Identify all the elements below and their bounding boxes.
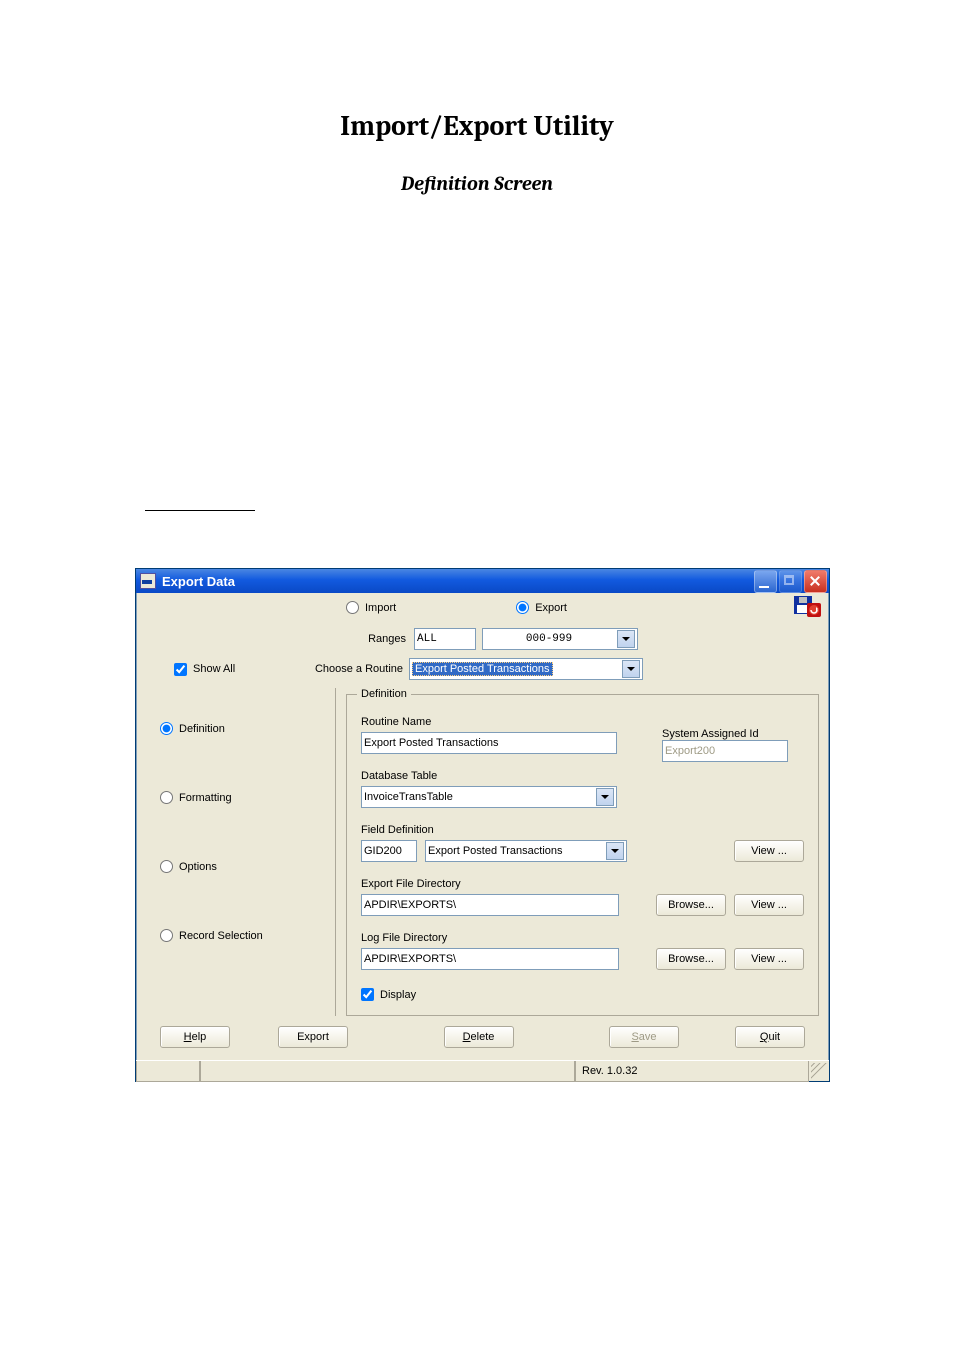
choose-routine-combo[interactable]: Export Posted Transactions — [409, 658, 643, 680]
log-dir-view-button[interactable]: View ... — [734, 948, 804, 970]
log-dir-input[interactable] — [361, 948, 619, 970]
titlebar[interactable]: Export Data — [136, 569, 829, 593]
choose-routine-value: Export Posted Transactions — [412, 662, 553, 676]
ranges-range-value: 000-999 — [485, 633, 613, 645]
export-dir-view-button[interactable]: View ... — [734, 894, 804, 916]
tab-options-label: Options — [179, 861, 217, 873]
minimize-button[interactable] — [754, 570, 777, 593]
ranges-label: Ranges — [146, 633, 414, 645]
quit-label-rest: uit — [768, 1031, 780, 1043]
window-export-data: Export Data Import — [135, 568, 830, 1082]
log-dir-browse-button[interactable]: Browse... — [656, 948, 726, 970]
tab-formatting-label: Formatting — [179, 792, 232, 804]
routine-name-label: Routine Name — [361, 716, 804, 728]
definition-group: Definition System Assigned Id Routine Na… — [346, 688, 819, 1016]
status-bar: Rev. 1.0.32 — [136, 1060, 829, 1081]
field-def-combo[interactable]: Export Posted Transactions — [425, 840, 627, 862]
chevron-down-icon[interactable] — [596, 788, 614, 806]
maximize-button — [779, 570, 802, 593]
ranges-code-input[interactable] — [414, 628, 476, 650]
tab-record-selection-label: Record Selection — [179, 930, 263, 942]
chevron-down-icon[interactable] — [617, 630, 635, 648]
mode-export-radio[interactable]: Export — [516, 601, 567, 614]
show-all-label: Show All — [193, 663, 235, 675]
choose-routine-label: Choose a Routine — [304, 663, 409, 675]
export-button[interactable]: Export — [278, 1026, 348, 1048]
chevron-down-icon[interactable] — [606, 842, 624, 860]
definition-legend: Definition — [357, 688, 411, 700]
tab-definition[interactable]: Definition — [160, 722, 335, 735]
field-def-label: Field Definition — [361, 824, 627, 836]
system-id-field — [662, 740, 788, 762]
tab-record-selection[interactable]: Record Selection — [160, 929, 335, 942]
chevron-down-icon[interactable] — [622, 660, 640, 678]
field-def-code-input[interactable] — [361, 840, 417, 862]
db-table-combo[interactable]: InvoiceTransTable — [361, 786, 617, 808]
db-table-value: InvoiceTransTable — [364, 791, 592, 803]
log-dir-label: Log File Directory — [361, 932, 646, 944]
tab-definition-label: Definition — [179, 723, 225, 735]
window-title: Export Data — [162, 574, 235, 589]
show-all-checkbox[interactable]: Show All — [174, 663, 304, 676]
delete-label-rest: elete — [471, 1031, 495, 1043]
mode-import-label: Import — [365, 602, 396, 614]
section-underline — [145, 510, 255, 511]
help-button[interactable]: Help — [160, 1026, 230, 1048]
tab-formatting[interactable]: Formatting — [160, 791, 335, 804]
field-def-view-button[interactable]: View ... — [734, 840, 804, 862]
save-button: Save — [609, 1026, 679, 1048]
resize-grip-icon[interactable] — [811, 1063, 827, 1079]
tab-options[interactable]: Options — [160, 860, 335, 873]
status-cell-2 — [200, 1061, 575, 1082]
display-label: Display — [380, 989, 416, 1001]
field-def-value: Export Posted Transactions — [428, 845, 602, 857]
display-checkbox[interactable]: Display — [361, 988, 804, 1001]
help-label-rest: elp — [192, 1031, 207, 1043]
mode-export-label: Export — [535, 602, 567, 614]
db-table-label: Database Table — [361, 770, 804, 782]
routine-name-input[interactable] — [361, 732, 617, 754]
quit-button[interactable]: Quit — [735, 1026, 805, 1048]
export-dir-browse-button[interactable]: Browse... — [656, 894, 726, 916]
close-button[interactable] — [804, 570, 827, 593]
save-label-rest: ave — [639, 1031, 657, 1043]
page-title: Import/Export Utility — [0, 110, 954, 142]
status-rev: Rev. 1.0.32 — [575, 1061, 809, 1082]
ranges-range-combo[interactable]: 000-999 — [482, 628, 638, 650]
export-dir-label: Export File Directory — [361, 878, 646, 890]
export-dir-input[interactable] — [361, 894, 619, 916]
status-cell-1 — [136, 1061, 200, 1082]
app-form-icon — [140, 573, 156, 589]
save-disk-icon[interactable] — [793, 595, 823, 621]
page-subtitle: Definition Screen — [0, 172, 954, 195]
mode-import-radio[interactable]: Import — [346, 601, 396, 614]
system-id-label: System Assigned Id — [662, 728, 788, 740]
delete-button[interactable]: Delete — [444, 1026, 514, 1048]
